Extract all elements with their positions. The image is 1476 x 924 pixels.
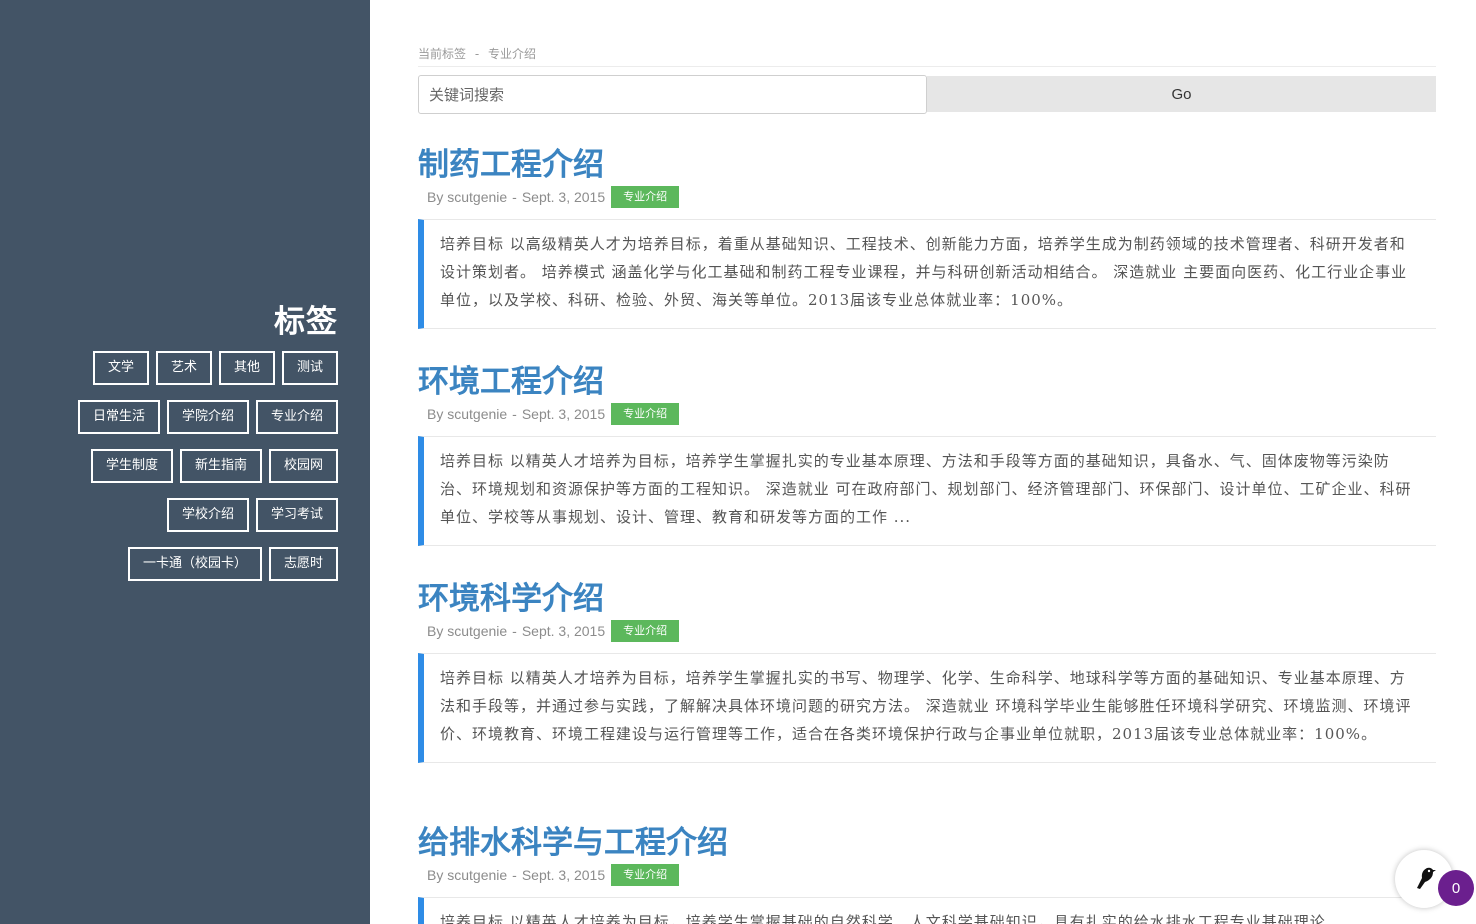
meta-separator: - — [512, 406, 517, 422]
tag-college-intro[interactable]: 学院介绍 — [166, 400, 249, 434]
tag-row: 日常生活 学院介绍 专业介绍 — [77, 400, 338, 434]
post-meta: By scutgenie - Sept. 3, 2015 专业介绍 — [418, 619, 1436, 643]
bird-icon — [1409, 862, 1439, 896]
tag-campus-network[interactable]: 校园网 — [268, 449, 338, 483]
post-author: By scutgenie — [427, 867, 508, 883]
post-meta: By scutgenie - Sept. 3, 2015 专业介绍 — [418, 863, 1436, 887]
tag-volunteer-hours[interactable]: 志愿时 — [268, 547, 338, 581]
post-title[interactable]: 给排水科学与工程介绍 — [418, 823, 1436, 863]
post-tag[interactable]: 专业介绍 — [611, 186, 680, 208]
tag-campus-card[interactable]: 一卡通（校园卡） — [127, 547, 262, 581]
post-author: By scutgenie — [427, 623, 508, 639]
tag-row: 文学 艺术 其他 测试 — [92, 351, 338, 385]
tag-row: 学校介绍 学习考试 — [166, 498, 338, 532]
post-excerpt: 培养目标 以精英人才培养为目标，培养学生掌握基础的自然科学、人文科学基础知识，具… — [418, 897, 1436, 924]
post-excerpt: 培养目标 以精英人才培养为目标，培养学生掌握扎实的专业基本原理、方法和手段等方面… — [418, 436, 1436, 546]
post-date: Sept. 3, 2015 — [521, 406, 606, 422]
meta-separator: - — [512, 867, 517, 883]
breadcrumb-current: 专业介绍 — [488, 47, 537, 61]
tag-test[interactable]: 测试 — [281, 351, 338, 385]
tag-art[interactable]: 艺术 — [155, 351, 212, 385]
tag-row: 学生制度 新生指南 校园网 — [90, 449, 338, 483]
breadcrumb-separator: - — [474, 47, 480, 61]
meta-separator: - — [512, 623, 517, 639]
post-date: Sept. 3, 2015 — [521, 623, 606, 639]
tag-other[interactable]: 其他 — [218, 351, 275, 385]
post-tag[interactable]: 专业介绍 — [611, 620, 680, 642]
post-author: By scutgenie — [427, 406, 508, 422]
post-date: Sept. 3, 2015 — [521, 189, 606, 205]
meta-separator: - — [512, 189, 517, 205]
divider — [418, 66, 1436, 67]
post-title[interactable]: 环境工程介绍 — [418, 362, 1436, 402]
post-item: 环境工程介绍 By scutgenie - Sept. 3, 2015 专业介绍… — [418, 362, 1436, 546]
tag-daily-life[interactable]: 日常生活 — [77, 400, 160, 434]
main-content: 当前标签 - 专业介绍 Go 制药工程介绍 By scutgenie - Sep… — [418, 0, 1436, 924]
post-tag[interactable]: 专业介绍 — [611, 864, 680, 886]
tag-literature[interactable]: 文学 — [92, 351, 149, 385]
post-meta: By scutgenie - Sept. 3, 2015 专业介绍 — [418, 402, 1436, 426]
post-meta: By scutgenie - Sept. 3, 2015 专业介绍 — [418, 185, 1436, 209]
tag-major-intro[interactable]: 专业介绍 — [255, 400, 338, 434]
post-excerpt: 培养目标 以精英人才培养为目标，培养学生掌握扎实的书写、物理学、化学、生命科学、… — [418, 653, 1436, 763]
post-item: 环境科学介绍 By scutgenie - Sept. 3, 2015 专业介绍… — [418, 579, 1436, 763]
post-title[interactable]: 环境科学介绍 — [418, 579, 1436, 619]
post-tag[interactable]: 专业介绍 — [611, 403, 680, 425]
search-go-button[interactable]: Go — [927, 76, 1436, 112]
post-excerpt: 培养目标 以高级精英人才为培养目标，着重从基础知识、工程技术、创新能力方面，培养… — [418, 219, 1436, 329]
breadcrumb-label: 当前标签 — [418, 47, 467, 61]
tag-student-rules[interactable]: 学生制度 — [90, 449, 173, 483]
post-author: By scutgenie — [427, 189, 508, 205]
post-date: Sept. 3, 2015 — [521, 867, 606, 883]
post-item: 制药工程介绍 By scutgenie - Sept. 3, 2015 专业介绍… — [418, 145, 1436, 329]
breadcrumb: 当前标签 - 专业介绍 — [418, 45, 536, 62]
search-input[interactable] — [418, 75, 927, 114]
tag-school-intro[interactable]: 学校介绍 — [166, 498, 249, 532]
tag-study-exams[interactable]: 学习考试 — [255, 498, 338, 532]
tag-row: 一卡通（校园卡） 志愿时 — [127, 547, 338, 581]
sidebar: 标签 文学 艺术 其他 测试 日常生活 学院介绍 专业介绍 学生制度 新生指南 … — [0, 0, 370, 924]
tag-freshman-guide[interactable]: 新生指南 — [179, 449, 262, 483]
notification-badge: 0 — [1438, 870, 1474, 906]
post-item: 给排水科学与工程介绍 By scutgenie - Sept. 3, 2015 … — [418, 823, 1436, 924]
sidebar-title: 标签 — [274, 304, 338, 340]
post-title[interactable]: 制药工程介绍 — [418, 145, 1436, 185]
